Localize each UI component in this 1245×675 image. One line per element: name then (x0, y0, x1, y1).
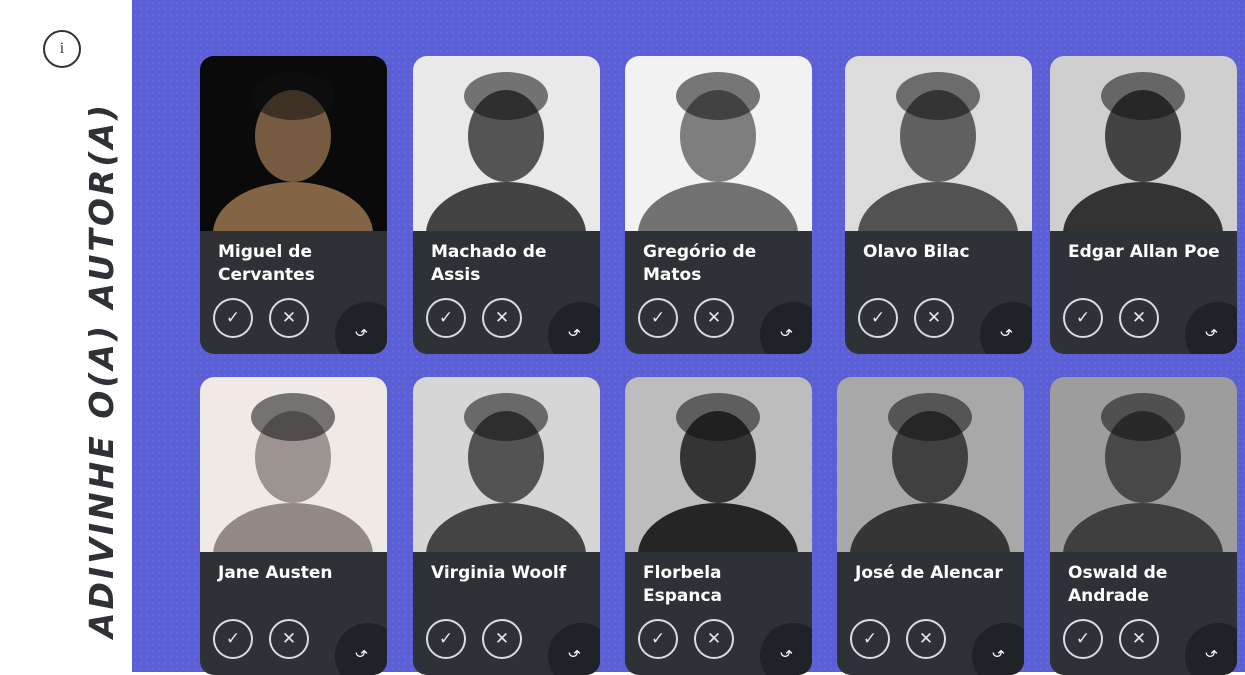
check-icon[interactable]: ✓ (850, 619, 890, 659)
author-name: José de Alencar (855, 563, 1003, 583)
author-card[interactable]: Gregório de Matos ✓ ✕ ↶ (625, 56, 812, 354)
flip-card-button[interactable]: ↶ (335, 302, 387, 354)
undo-icon: ↶ (1205, 643, 1218, 661)
author-portrait (837, 377, 1024, 552)
author-portrait (1050, 377, 1237, 552)
close-icon[interactable]: ✕ (482, 298, 522, 338)
author-portrait (413, 56, 600, 231)
author-name: Oswald de Andrade (1068, 563, 1168, 606)
flip-card-button[interactable]: ↶ (760, 623, 812, 675)
flip-card-button[interactable]: ↶ (972, 623, 1024, 675)
check-icon[interactable]: ✓ (213, 619, 253, 659)
author-card[interactable]: Machado de Assis ✓ ✕ ↶ (413, 56, 600, 354)
close-icon[interactable]: ✕ (269, 619, 309, 659)
author-portrait (200, 377, 387, 552)
author-portrait (845, 56, 1032, 231)
undo-icon: ↶ (568, 322, 581, 340)
close-icon[interactable]: ✕ (694, 619, 734, 659)
author-card[interactable]: Florbela Espanca ✓ ✕ ↶ (625, 377, 812, 675)
flip-card-button[interactable]: ↶ (548, 302, 600, 354)
close-icon[interactable]: ✕ (1119, 298, 1159, 338)
check-icon[interactable]: ✓ (638, 298, 678, 338)
close-icon[interactable]: ✕ (914, 298, 954, 338)
undo-icon: ↶ (780, 643, 793, 661)
author-portrait (625, 377, 812, 552)
author-portrait (625, 56, 812, 231)
author-portrait (200, 56, 387, 231)
flip-card-button[interactable]: ↶ (1185, 623, 1237, 675)
author-name: Olavo Bilac (863, 242, 970, 262)
author-card[interactable]: Virginia Woolf ✓ ✕ ↶ (413, 377, 600, 675)
sidebar: i ADIVINHE O(A) AUTOR(A) (0, 0, 132, 672)
check-icon[interactable]: ✓ (858, 298, 898, 338)
flip-card-button[interactable]: ↶ (335, 623, 387, 675)
author-portrait (1050, 56, 1237, 231)
author-name: Machado de Assis (431, 242, 547, 285)
author-name: Jane Austen (218, 563, 333, 583)
author-name: Edgar Allan Poe (1068, 242, 1220, 262)
author-card[interactable]: Olavo Bilac ✓ ✕ ↶ (845, 56, 1032, 354)
check-icon[interactable]: ✓ (1063, 619, 1103, 659)
author-card[interactable]: Edgar Allan Poe ✓ ✕ ↶ (1050, 56, 1237, 354)
close-icon[interactable]: ✕ (269, 298, 309, 338)
flip-card-button[interactable]: ↶ (760, 302, 812, 354)
author-card[interactable]: José de Alencar ✓ ✕ ↶ (837, 377, 1024, 675)
info-icon[interactable]: i (43, 30, 81, 68)
check-icon[interactable]: ✓ (1063, 298, 1103, 338)
close-icon[interactable]: ✕ (694, 298, 734, 338)
game-board: Miguel de Cervantes ✓ ✕ ↶ Machado de Assis ✓ ✕… (132, 0, 1245, 675)
undo-icon: ↶ (355, 322, 368, 340)
author-card[interactable]: Oswald de Andrade ✓ ✕ ↶ (1050, 377, 1237, 675)
flip-card-button[interactable]: ↶ (548, 623, 600, 675)
check-icon[interactable]: ✓ (426, 619, 466, 659)
close-icon[interactable]: ✕ (1119, 619, 1159, 659)
author-portrait (413, 377, 600, 552)
close-icon[interactable]: ✕ (482, 619, 522, 659)
close-icon[interactable]: ✕ (906, 619, 946, 659)
flip-card-button[interactable]: ↶ (1185, 302, 1237, 354)
author-name: Virginia Woolf (431, 563, 567, 583)
author-name: Gregório de Matos (643, 242, 757, 285)
author-card[interactable]: Jane Austen ✓ ✕ ↶ (200, 377, 387, 675)
check-icon[interactable]: ✓ (638, 619, 678, 659)
check-icon[interactable]: ✓ (213, 298, 253, 338)
game-title: ADIVINHE O(A) AUTOR(A) (82, 101, 121, 638)
check-icon[interactable]: ✓ (426, 298, 466, 338)
undo-icon: ↶ (355, 643, 368, 661)
author-card[interactable]: Miguel de Cervantes ✓ ✕ ↶ (200, 56, 387, 354)
undo-icon: ↶ (1000, 322, 1013, 340)
undo-icon: ↶ (568, 643, 581, 661)
undo-icon: ↶ (1205, 322, 1218, 340)
undo-icon: ↶ (780, 322, 793, 340)
flip-card-button[interactable]: ↶ (980, 302, 1032, 354)
author-name: Florbela Espanca (643, 563, 723, 606)
undo-icon: ↶ (992, 643, 1005, 661)
author-name: Miguel de Cervantes (218, 242, 315, 285)
